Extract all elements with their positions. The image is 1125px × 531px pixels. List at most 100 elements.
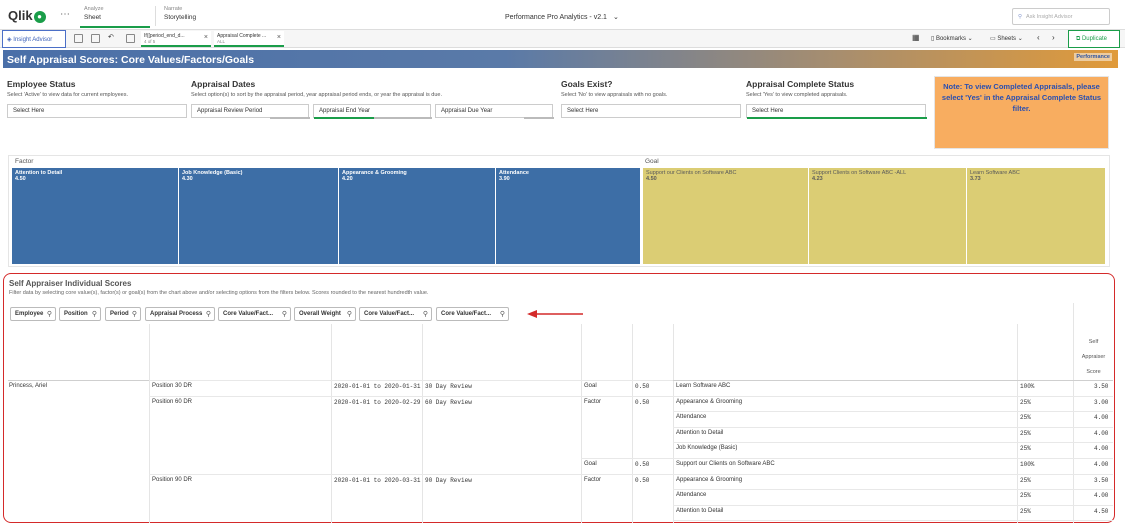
- treemap-tile-factor[interactable]: Attention to Detail 4.50: [12, 168, 179, 264]
- score-header-line: Self: [1088, 339, 1099, 345]
- column-search-position[interactable]: Position ⚲: [59, 307, 101, 321]
- tab-analyze[interactable]: Analyze Sheet: [80, 6, 150, 28]
- bookmarks-button[interactable]: ▯ Bookmarks ⌄: [931, 35, 973, 42]
- cell-pct: 25%: [1020, 492, 1031, 500]
- filter-description: Select 'No' to view appraisals with no g…: [561, 92, 668, 98]
- tile-value: 3.73: [970, 176, 981, 182]
- column-search-core-value-3[interactable]: Core Value/Fact... ⚲: [436, 307, 509, 321]
- treemap-tile-factor[interactable]: Job Knowledge (Basic) 4.30: [179, 168, 339, 264]
- lasso-icon[interactable]: [91, 34, 100, 43]
- previous-sheet-icon[interactable]: ‹: [1037, 33, 1040, 42]
- cell-type: Goal: [584, 461, 597, 467]
- cell-pct: 100%: [1020, 383, 1035, 390]
- appraisal-review-period-select[interactable]: Appraisal Review Period: [191, 104, 310, 119]
- step-forward-icon[interactable]: [126, 34, 135, 43]
- cell-position: Position 60 DR: [152, 398, 193, 405]
- appraisal-due-year-select[interactable]: Appraisal Due Year: [435, 104, 554, 119]
- filter-employee-status: Employee Status Select 'Active' to view …: [7, 79, 128, 98]
- close-icon[interactable]: ×: [204, 34, 208, 41]
- search-icon: ⚲: [91, 311, 97, 318]
- filter-description: Select 'Yes' to view completed appraisal…: [746, 92, 848, 98]
- cell-process: 90 Day Review: [425, 476, 472, 484]
- search-icon: ⚲: [422, 311, 428, 318]
- search-icon: ⚲: [346, 311, 352, 318]
- clear-selections-icon[interactable]: ↶: [108, 33, 117, 42]
- cell-period: 2020-01-01 to 2020-01-31: [334, 383, 421, 390]
- cell-score: 3.50: [1094, 383, 1109, 390]
- treemap-tile-goal[interactable]: Support Clients on Software ABC -ALL 4.2…: [809, 168, 967, 264]
- self-appraiser-score-header[interactable]: Self Appraiser Score: [1073, 303, 1113, 377]
- employee-status-select[interactable]: Select Here: [7, 104, 187, 118]
- qlik-logo-icon: ●: [33, 10, 46, 23]
- treemap-tile-factor[interactable]: Attendance 3.90: [496, 168, 641, 264]
- tab-analyze-value: Sheet: [84, 14, 101, 21]
- appraisal-complete-status-select[interactable]: Select Here: [746, 104, 927, 119]
- filter-heading: Appraisal Complete Status: [746, 79, 855, 89]
- cell-position: Position 30 DR: [152, 383, 193, 389]
- filter-heading: Goals Exist?: [561, 79, 613, 89]
- appraisal-end-year-select[interactable]: Appraisal End Year: [313, 104, 432, 119]
- column-search-appraisal-process[interactable]: Appraisal Process ⚲: [145, 307, 215, 321]
- treemap-tile-factor[interactable]: Appearance & Grooming 4.20: [339, 168, 496, 264]
- next-sheet-icon[interactable]: ›: [1052, 33, 1055, 42]
- insight-advisor-button[interactable]: ◈ Insight Advisor: [2, 30, 66, 48]
- cell-period: 2020-01-01 to 2020-03-31: [334, 476, 421, 484]
- tab-analyze-label: Analyze: [84, 6, 104, 12]
- selection-pill-complete[interactable]: Appraisal Complete ... ALL ×: [214, 31, 284, 47]
- cell-item: Learn Software ABC: [676, 383, 731, 389]
- cell-score: 4.50: [1094, 507, 1109, 515]
- cell-score: 3.50: [1094, 476, 1109, 484]
- selection-count: 4 of 5: [144, 39, 156, 44]
- tab-narrate-value: Storytelling: [164, 14, 197, 21]
- cell-weight: 0.50: [635, 383, 650, 390]
- treemap-tile-goal[interactable]: Support our Clients on Software ABC 4.50: [643, 168, 809, 264]
- cell-type: Factor: [584, 398, 602, 405]
- search-icon: ⚲: [46, 311, 52, 318]
- performance-logo: Performance: [1074, 53, 1112, 61]
- sheets-button[interactable]: ▭ Sheets ⌄: [990, 35, 1023, 42]
- treemap-goal-label: Goal: [645, 158, 659, 165]
- goals-exist-select[interactable]: Select Here: [561, 104, 741, 118]
- cell-pct: 25%: [1020, 507, 1031, 515]
- filter-appraisal-dates: Appraisal Dates Select option(s) to sort…: [191, 79, 442, 98]
- cell-pct: 100%: [1020, 461, 1035, 468]
- treemap-tile-goal[interactable]: Learn Software ABC 3.73: [967, 168, 1106, 264]
- more-menu-icon[interactable]: ⋯: [60, 9, 71, 20]
- filter-goals-exist: Goals Exist? Select 'No' to view apprais…: [561, 79, 667, 98]
- tab-narrate[interactable]: Narrate Storytelling: [160, 6, 232, 28]
- duplicate-button[interactable]: ⧉ Duplicate: [1068, 30, 1120, 48]
- close-icon[interactable]: ×: [277, 34, 281, 41]
- filter-description: Select 'Active' to view data for current…: [7, 92, 129, 98]
- table-description: Filter data by selecting core value(s), …: [9, 290, 429, 296]
- cell-score: 4.00: [1094, 461, 1109, 468]
- cell-item: Appearance & Grooming: [676, 398, 743, 405]
- ask-insight-advisor-input[interactable]: ⚲ Ask Insight Advisor: [1012, 8, 1110, 25]
- column-search-overall-weight[interactable]: Overall Weight ⚲: [294, 307, 356, 321]
- cell-pct: 25%: [1020, 445, 1031, 453]
- cell-weight: 0.50: [635, 476, 650, 484]
- search-icon: ⚲: [205, 311, 211, 318]
- cell-type: Factor: [584, 476, 602, 483]
- column-search-employee[interactable]: Employee ⚲: [10, 307, 56, 321]
- tile-value: 3.90: [499, 176, 510, 182]
- column-search-core-value-1[interactable]: Core Value/Fact... ⚲: [218, 307, 291, 321]
- red-arrow-annotation: [527, 310, 583, 318]
- grid-icon[interactable]: ▦: [912, 33, 920, 42]
- search-icon: ⚲: [1018, 14, 1023, 20]
- cell-employee: Princess, Ariel: [9, 383, 48, 389]
- search-icon: ⚲: [131, 311, 137, 318]
- toolbar: ◈ Insight Advisor ↶ If([period_end_d... …: [0, 30, 1125, 48]
- qlik-logo[interactable]: Qlik ●: [8, 8, 46, 23]
- smart-search-icon[interactable]: [74, 34, 83, 43]
- cell-item: Appearance & Grooming: [676, 476, 743, 483]
- cell-pct: 25%: [1020, 398, 1031, 406]
- cell-pct: 25%: [1020, 429, 1031, 437]
- top-navigation-bar: Qlik ● ⋯ Analyze Sheet Narrate Storytelli…: [0, 0, 1125, 30]
- column-search-period[interactable]: Period ⚲: [105, 307, 141, 321]
- app-title[interactable]: Performance Pro Analytics - v2.1 ⌄: [505, 13, 619, 21]
- cell-item: Attendance: [676, 492, 707, 499]
- selection-pill-period[interactable]: If([period_end_d... 4 of 5 ×: [141, 31, 211, 47]
- score-header-line: Score: [1086, 369, 1101, 375]
- cell-score: 4.00: [1094, 445, 1109, 453]
- column-search-core-value-2[interactable]: Core Value/Fact... ⚲: [359, 307, 432, 321]
